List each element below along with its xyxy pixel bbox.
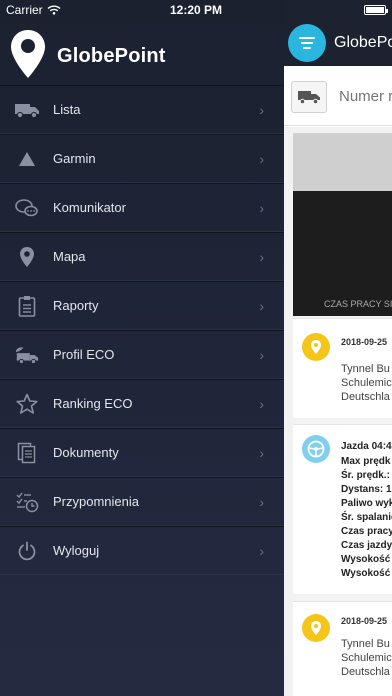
chat-icon <box>14 196 40 220</box>
event-address-line: Tynnel Bu <box>341 363 390 375</box>
menu-item-komunikator[interactable]: Komunikator › <box>0 183 284 232</box>
location-pin-logo-icon <box>11 30 45 78</box>
video-frame <box>293 191 392 316</box>
menu-item-raporty[interactable]: Raporty › <box>0 281 284 330</box>
menu-item-label: Profil ECO <box>53 347 115 362</box>
menu-item-label: Mapa <box>53 249 86 264</box>
event-card[interactable]: 2018-09-25 Tynnel Bu Schulemic Deutschla <box>293 318 392 418</box>
menu-item-label: Garmin <box>53 151 96 166</box>
location-pin-icon <box>302 614 330 642</box>
drive-stat: Dystans: 1 <box>341 484 392 495</box>
map-pin-icon <box>14 245 40 269</box>
app-title: GlobePoint <box>57 45 166 67</box>
chevron-right-icon: › <box>259 150 264 167</box>
menu-item-mapa[interactable]: Mapa › <box>0 232 284 281</box>
drive-stat: Czas pracy <box>341 526 392 537</box>
menu-item-lista[interactable]: Lista › <box>0 85 284 134</box>
menu-item-label: Ranking ECO <box>53 396 133 411</box>
chevron-right-icon: › <box>259 493 264 510</box>
steering-wheel-icon <box>302 435 330 463</box>
event-address-line: Tynnel Bu <box>341 638 390 650</box>
menu-item-dokumenty[interactable]: Dokumenty › <box>0 428 284 477</box>
menu-item-label: Dokumenty <box>53 445 119 460</box>
battery-icon <box>364 5 388 15</box>
sidebar-header: GlobePoint <box>0 22 284 82</box>
carrier-label: Carrier <box>6 3 43 17</box>
side-menu: GlobePoint Lista › Garmin › Komunikator … <box>0 0 284 696</box>
drive-stat: Wysokość <box>341 568 391 579</box>
event-date: 2018-09-25 <box>341 337 388 347</box>
drive-stat: Śr. spalanie <box>341 512 392 523</box>
clock: 12:20 PM <box>169 3 223 17</box>
menu-item-przypomnienia[interactable]: Przypomnienia › <box>0 477 284 526</box>
event-address-line: Deutschla <box>341 391 390 403</box>
chevron-right-icon: › <box>259 248 264 265</box>
chevron-right-icon: › <box>259 444 264 461</box>
triangle-icon <box>14 147 40 171</box>
truck-icon <box>298 91 320 105</box>
location-pin-icon <box>302 333 330 361</box>
menu-item-label: Komunikator <box>53 200 126 215</box>
eco-truck-icon <box>14 343 40 367</box>
event-feed: CZAS PRACY SIL 2018-09-25 Tynnel Bu Schu… <box>284 127 392 696</box>
menu-item-ranking-eco[interactable]: Ranking ECO › <box>0 379 284 428</box>
documents-icon <box>14 441 40 465</box>
event-address-line: Deutschla <box>341 666 390 678</box>
menu-item-profil-eco[interactable]: Profil ECO › <box>0 330 284 379</box>
clipboard-icon <box>14 294 40 318</box>
chevron-right-icon: › <box>259 395 264 412</box>
menu-item-wyloguj[interactable]: Wyloguj › <box>0 526 284 575</box>
wifi-icon <box>47 5 61 15</box>
video-preview[interactable]: CZAS PRACY SIL <box>293 133 392 316</box>
reminder-icon <box>14 490 40 514</box>
event-card[interactable]: Jazda 04:4 Max prędk Śr. prędk.: Dystans… <box>293 424 392 594</box>
chevron-right-icon: › <box>259 101 264 118</box>
event-date: 2018-09-25 <box>341 616 388 626</box>
chevron-right-icon: › <box>259 297 264 314</box>
event-address-line: Schulemic <box>341 652 392 664</box>
status-left: Carrier <box>6 3 61 17</box>
chevron-right-icon: › <box>259 199 264 216</box>
menu-item-label: Przypomnienia <box>53 494 139 509</box>
menu-item-label: Raporty <box>53 298 99 313</box>
chevron-right-icon: › <box>259 542 264 559</box>
drive-stat: Czas jazdy <box>341 540 392 551</box>
event-card[interactable]: 2018-09-25 Tynnel Bu Schulemic Deutschla <box>293 601 392 696</box>
vehicle-filter-button[interactable] <box>291 81 327 113</box>
drive-title: Jazda 04:4 <box>341 441 392 452</box>
search-bar <box>284 66 392 126</box>
menu-item-label: Wyloguj <box>53 543 100 558</box>
power-icon <box>14 539 40 563</box>
menu-item-garmin[interactable]: Garmin › <box>0 134 284 183</box>
drive-stat: Max prędk <box>341 456 391 467</box>
menu-item-label: Lista <box>53 102 81 117</box>
event-address-line: Schulemic <box>341 377 392 389</box>
main-title: GlobePo <box>334 34 392 51</box>
drive-stat: Paliwo wyk <box>341 498 392 509</box>
vehicle-number-input[interactable] <box>339 88 392 105</box>
star-icon <box>14 392 40 416</box>
truck-icon <box>14 98 40 122</box>
chevron-right-icon: › <box>259 346 264 363</box>
drive-stat: Wysokość <box>341 554 391 565</box>
video-caption: CZAS PRACY SIL <box>324 299 392 309</box>
drive-stat: Śr. prędk.: <box>341 470 390 481</box>
menu-toggle-button[interactable] <box>288 24 326 62</box>
menu-list: Lista › Garmin › Komunikator › Mapa › Ra… <box>0 85 284 575</box>
main-panel: GlobePo CZAS PRACY SIL 2018-09-25 Tynnel… <box>284 0 392 696</box>
status-bar: Carrier 12:20 PM <box>0 0 392 20</box>
